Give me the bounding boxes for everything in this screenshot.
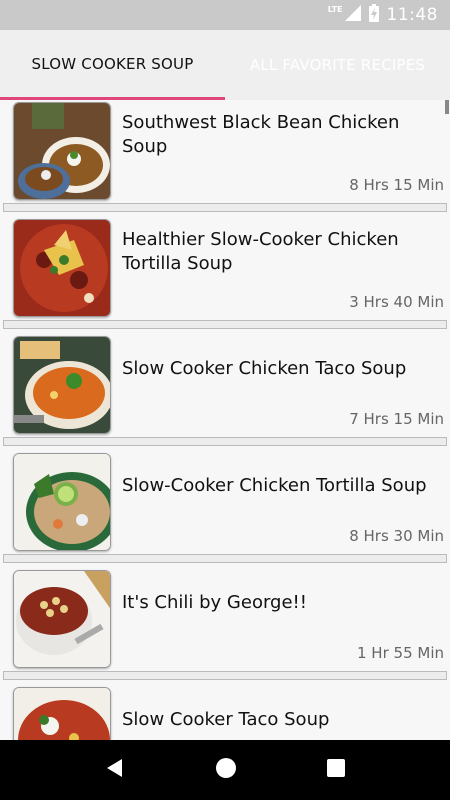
home-icon[interactable] (215, 757, 237, 783)
recipe-list-item[interactable]: Healthier Slow-Cooker Chicken Tortilla S… (0, 217, 450, 334)
recipe-title: Slow Cooker Chicken Taco Soup (122, 358, 407, 379)
recipe-thumbnail (13, 453, 111, 551)
clock: 11:48 (386, 5, 438, 25)
recipe-time: 8 Hrs 15 Min (349, 176, 444, 194)
recipe-list-item[interactable]: Slow Cooker Taco Soup (0, 685, 450, 740)
recents-icon[interactable] (326, 758, 346, 782)
recipe-list-item[interactable]: Slow Cooker Chicken Taco Soup 7 Hrs 15 M… (0, 334, 450, 451)
item-divider (3, 671, 447, 680)
recipe-thumbnail (13, 570, 111, 668)
status-bar: LTE 11:48 (0, 0, 450, 30)
recipe-list-item[interactable]: Southwest Black Bean Chicken Soup 8 Hrs … (0, 100, 450, 217)
recipe-time: 1 Hr 55 Min (357, 644, 444, 662)
recipe-title: Healthier Slow-Cooker Chicken Tortilla S… (122, 229, 399, 274)
scrollbar-thumb[interactable] (445, 100, 449, 114)
recipe-list-item[interactable]: Slow-Cooker Chicken Tortilla Soup 8 Hrs … (0, 451, 450, 568)
recipe-time: 3 Hrs 40 Min (349, 293, 444, 311)
item-divider (3, 320, 447, 329)
item-divider (3, 554, 447, 563)
tab-all-favorite-recipes[interactable]: ALL FAVORITE RECIPES (225, 30, 450, 100)
recipe-title: Slow Cooker Taco Soup (122, 709, 330, 730)
network-type: LTE (327, 4, 343, 14)
recipe-list[interactable]: Southwest Black Bean Chicken Soup 8 Hrs … (0, 100, 450, 740)
signal-icon (344, 5, 361, 25)
tab-slow-cooker-soup[interactable]: SLOW COOKER SOUP (0, 30, 225, 100)
back-icon[interactable] (104, 757, 126, 783)
recipe-title: Southwest Black Bean Chicken Soup (122, 112, 400, 157)
recipe-time: 8 Hrs 30 Min (349, 527, 444, 545)
battery-charging-icon (368, 4, 379, 26)
navigation-bar (0, 740, 450, 800)
recipe-thumbnail (13, 336, 111, 434)
recipe-thumbnail (13, 102, 111, 200)
item-divider (3, 437, 447, 446)
item-divider (3, 203, 447, 212)
recipe-thumbnail (13, 687, 111, 740)
recipe-title: Slow-Cooker Chicken Tortilla Soup (122, 475, 427, 496)
recipe-time: 7 Hrs 15 Min (349, 410, 444, 428)
tab-bar: SLOW COOKER SOUP ALL FAVORITE RECIPES (0, 30, 450, 100)
recipe-list-item[interactable]: It's Chili by George!! 1 Hr 55 Min (0, 568, 450, 685)
recipe-title: It's Chili by George!! (122, 592, 307, 613)
recipe-thumbnail (13, 219, 111, 317)
